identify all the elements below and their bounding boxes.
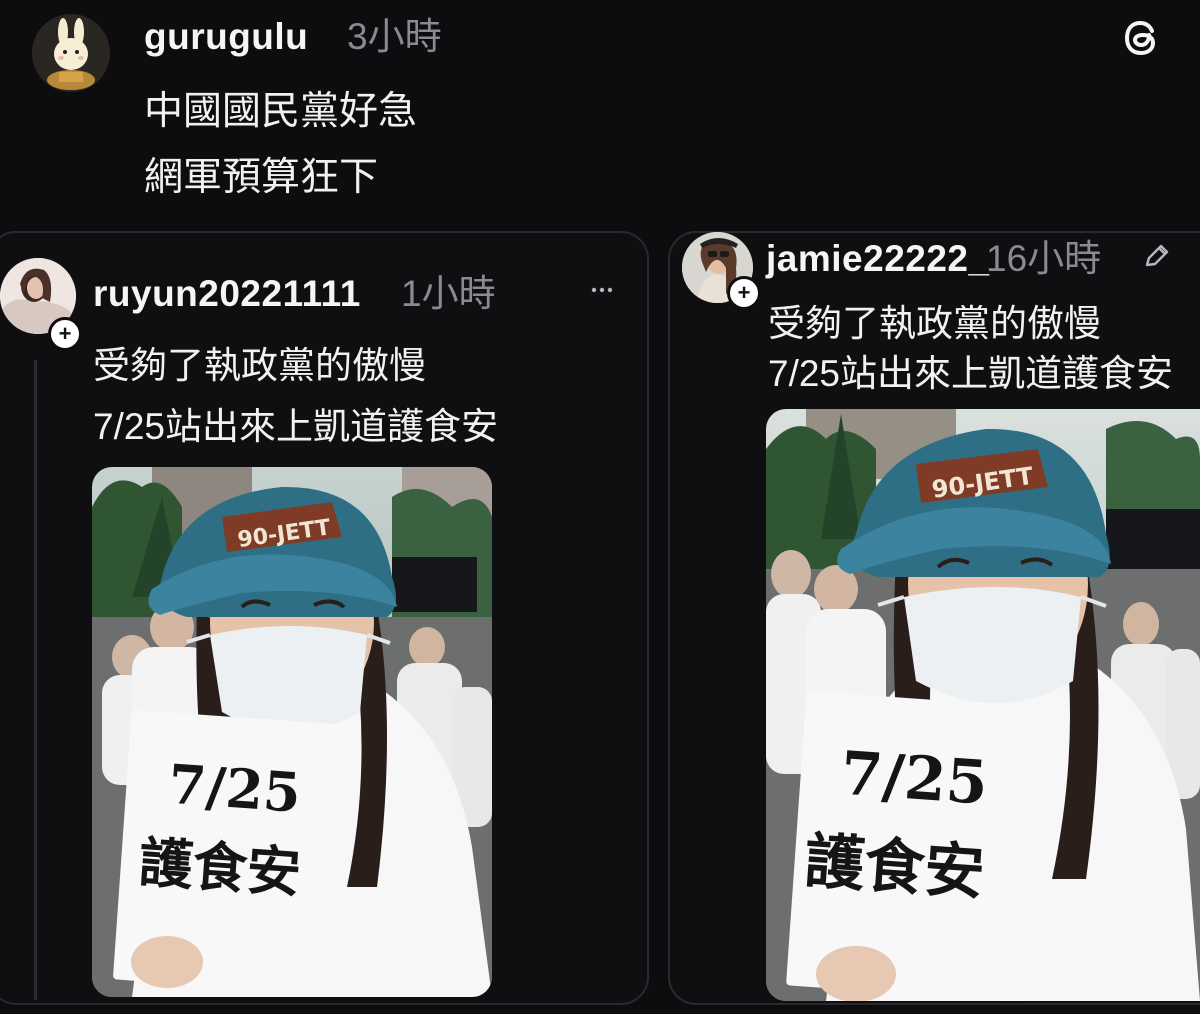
jamie-sign-text: 護食安 [802, 826, 986, 908]
ruyun-sign-date: 7/25 [166, 752, 303, 825]
ruyun-line-2: 7/25站出來上凱道護食安 [93, 406, 499, 447]
jamie-post-photo[interactable]: 90-JETT 7/25 護食安 [766, 409, 1200, 1001]
ruyun-line-1: 受夠了執政黨的傲慢 [93, 345, 426, 386]
jamie-username[interactable]: jamie22222_ [766, 236, 990, 282]
ruyun-username[interactable]: ruyun20221111 [93, 271, 361, 317]
jamie-sign-date: 7/25 [838, 739, 990, 819]
threads-logo-icon[interactable] [1118, 14, 1166, 62]
ruyun-post-time: 1小時 [401, 273, 496, 314]
follow-jamie-button[interactable]: + [727, 276, 761, 310]
edit-pencil-icon[interactable] [1142, 243, 1170, 271]
follow-ruyun-button[interactable]: + [48, 317, 82, 351]
main-post-line-1: 中國國民黨好急 [144, 90, 418, 133]
gurugulu-avatar[interactable] [32, 14, 110, 92]
jamie-line-2: 7/25站出來上凱道護食安 [768, 353, 1174, 394]
main-post-time: 3小時 [347, 16, 442, 57]
jamie-post-time: 16小時 [986, 238, 1102, 279]
main-post-username[interactable]: gurugulu [144, 14, 308, 60]
main-post-line-2: 網軍預算狂下 [144, 156, 379, 199]
jamie-line-1: 受夠了執政黨的傲慢 [768, 303, 1101, 344]
thread-line [34, 360, 37, 1000]
ruyun-sign-text: 護食安 [137, 830, 303, 905]
ruyun-post-photo[interactable]: 90-JETT 7/25 護食安 [92, 467, 492, 997]
more-options-icon[interactable] [588, 278, 616, 302]
